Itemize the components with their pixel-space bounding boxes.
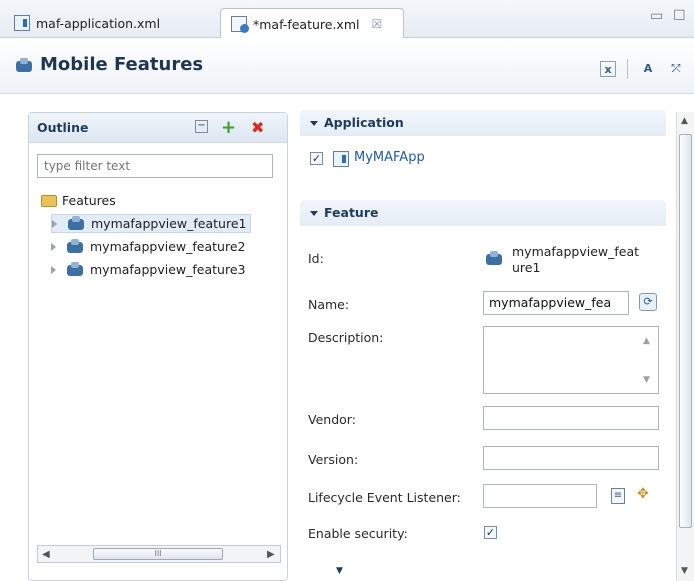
- scrollbar-thumb[interactable]: [679, 134, 692, 528]
- outline-title: Outline: [37, 120, 89, 135]
- scroll-up-icon[interactable]: ▲: [681, 116, 688, 126]
- scroll-up-icon[interactable]: ▲: [643, 336, 650, 346]
- application-section-header[interactable]: Application: [300, 110, 666, 136]
- outline-panel: Outline − + ✖ Features mymafappview_feat…: [28, 112, 288, 581]
- feature-icon: [66, 215, 86, 232]
- id-label: Id:: [308, 251, 324, 266]
- maximize-icon[interactable]: ☐: [673, 8, 686, 24]
- tree-item-feature3[interactable]: mymafappview_feature3: [51, 260, 245, 279]
- section-title: Application: [310, 115, 404, 130]
- folder-open-icon: [41, 194, 57, 207]
- enable-security-checkbox[interactable]: ✓: [484, 526, 497, 539]
- minimize-icon[interactable]: ▭: [650, 8, 663, 24]
- outline-header: Outline − + ✖: [29, 113, 287, 143]
- page-title: Mobile Features: [40, 54, 204, 75]
- scroll-right-icon[interactable]: ▶: [267, 549, 275, 560]
- filter-input[interactable]: [37, 154, 273, 178]
- scroll-down-icon[interactable]: ▼: [681, 566, 688, 576]
- delete-icon[interactable]: ✖: [251, 120, 264, 136]
- scroll-down-icon[interactable]: ▼: [643, 375, 650, 385]
- collapse-triangle-icon: [310, 211, 318, 216]
- tab-label: maf-application.xml: [36, 15, 161, 31]
- application-checkbox[interactable]: ✓: [310, 152, 323, 165]
- feature-icon: [65, 261, 85, 278]
- xml-feature-file-icon: [231, 16, 249, 33]
- id-value: mymafappview_feat ure1: [512, 244, 640, 275]
- feature-icon: [484, 251, 504, 267]
- browse-class-icon[interactable]: ≡: [611, 488, 625, 504]
- description-label: Description:: [308, 330, 384, 345]
- expand-arrow-icon[interactable]: [51, 242, 56, 251]
- version-label: Version:: [308, 452, 359, 467]
- toolbar-divider: [627, 59, 628, 79]
- vendor-field[interactable]: [483, 406, 659, 430]
- expand-arrow-icon[interactable]: [52, 219, 57, 228]
- tree-item-label: mymafappview_feature2: [90, 239, 246, 254]
- add-icon[interactable]: +: [221, 119, 236, 137]
- tree-item-label: mymafappview_feature1: [91, 216, 247, 231]
- editor-header: Mobile Features x A ⤱: [0, 38, 694, 94]
- tree-root-features[interactable]: Features: [41, 191, 116, 210]
- feature-icon: [65, 238, 85, 255]
- vendor-label: Vendor:: [308, 412, 356, 427]
- feature-section-header[interactable]: Feature: [300, 200, 666, 226]
- application-link[interactable]: MyMAFApp: [354, 150, 425, 165]
- mobile-feature-icon: [14, 58, 34, 74]
- section-title: Feature: [310, 205, 378, 220]
- name-field[interactable]: mymafappview_fea: [483, 291, 629, 315]
- xml-file-icon: [14, 15, 30, 31]
- lifecycle-label: Lifecycle Event Listener:: [308, 490, 461, 505]
- pin-icon[interactable]: ⤱: [668, 61, 684, 77]
- tab-maf-application[interactable]: maf-application.xml: [4, 8, 218, 38]
- tree-item-label: mymafappview_feature3: [90, 262, 246, 277]
- overview-icon[interactable]: A: [640, 61, 656, 77]
- source-view-icon[interactable]: x: [600, 61, 616, 77]
- editor-tab-bar: maf-application.xml *maf-feature.xml ☒ ▭…: [0, 0, 694, 39]
- collapse-triangle-icon: [310, 121, 318, 126]
- enable-security-label: Enable security:: [308, 526, 408, 541]
- close-icon[interactable]: ☒: [371, 17, 382, 31]
- tree-item-feature2[interactable]: mymafappview_feature2: [51, 237, 245, 256]
- rename-icon[interactable]: ⟳: [639, 293, 657, 311]
- scroll-left-icon[interactable]: ◀: [42, 549, 50, 560]
- expand-arrow-icon[interactable]: [51, 265, 56, 274]
- outline-horizontal-scrollbar[interactable]: ◀ III ▶: [37, 545, 281, 563]
- tab-maf-feature[interactable]: *maf-feature.xml ☒: [220, 8, 404, 39]
- editor-vertical-scrollbar[interactable]: ▲ ▼: [676, 112, 694, 581]
- version-field[interactable]: [483, 446, 659, 470]
- tree-item-feature1[interactable]: mymafappview_feature1: [51, 214, 252, 233]
- name-label: Name:: [308, 297, 350, 312]
- tab-label: *maf-feature.xml: [253, 16, 360, 32]
- application-icon: [333, 151, 349, 167]
- more-triangle-icon: ▼: [336, 566, 343, 576]
- tree-root-label: Features: [62, 193, 116, 208]
- description-field[interactable]: [483, 326, 659, 394]
- lifecycle-listener-field[interactable]: [483, 484, 597, 508]
- edit-class-icon[interactable]: ✥: [637, 486, 649, 502]
- collapse-all-icon[interactable]: −: [195, 120, 208, 133]
- scrollbar-thumb[interactable]: III: [93, 548, 223, 560]
